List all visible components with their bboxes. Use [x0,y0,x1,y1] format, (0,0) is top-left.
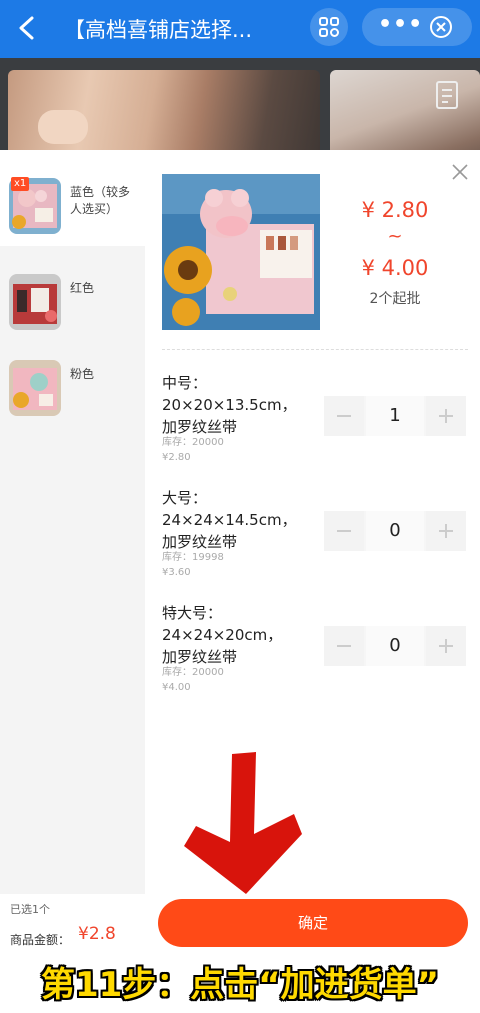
tutorial-caption: 第11步：点击“加进货单” [0,958,480,1013]
quantity-value[interactable]: 0 [366,626,424,666]
decrease-button[interactable] [324,396,364,436]
spec-name: 大号：24×24×14.5cm，加罗纹丝带 [162,489,297,551]
arrow-down-icon [184,752,302,894]
amount-label: 商品金额： [10,933,71,947]
product-image[interactable] [162,174,320,330]
spec-row: 特大号：24×24×20cm，加罗纹丝带 库存：20000 ¥4.00 0 [162,602,468,702]
menu-capsule: ••• [362,8,472,46]
spec-name: 特大号：24×24×20cm，加罗纹丝带 [162,604,283,666]
quantity-badge: x1 [11,177,30,191]
spec-row: 中号：20×20×13.5cm，加罗纹丝带 库存：20000 ¥2.80 1 [162,372,468,472]
close-circle-icon[interactable] [428,14,454,40]
spec-row: 大号：24×24×14.5cm，加罗纹丝带 库存：19998 ¥3.60 0 [162,487,468,587]
increase-button[interactable] [426,511,466,551]
divider [162,349,468,350]
variant-thumbnail [9,360,61,416]
variant-item-blue[interactable]: x1 蓝色（较多人选买） [0,150,145,246]
increase-button[interactable] [426,396,466,436]
price-separator: ~ [387,226,403,247]
product-photo [8,70,320,152]
back-button[interactable] [12,10,42,46]
decrease-button[interactable] [324,626,364,666]
top-bar: 【高档喜铺店选择... ••• [0,0,480,58]
quantity-stepper: 0 [324,626,466,666]
background-gallery [0,58,480,152]
quantity-value[interactable]: 1 [366,396,424,436]
variant-sidebar: x1 蓝色（较多人选买） 红色 粉色 [0,150,145,894]
chevron-left-icon [19,16,34,40]
amount-value: ¥2.8 [78,924,116,944]
spec-stock: 库存：19998 [162,552,224,563]
close-icon[interactable] [450,162,470,182]
decrease-button[interactable] [324,511,364,551]
spec-stock: 库存：20000 [162,667,224,678]
variant-thumbnail [9,274,61,330]
scan-icon [319,17,339,37]
price-min: ¥ 2.80 [361,198,429,222]
variant-item-red[interactable]: 红色 [0,246,145,342]
document-icon[interactable] [434,80,460,110]
spec-price: ¥4.00 [162,682,191,693]
price-max: ¥ 4.00 [361,256,429,280]
quantity-value[interactable]: 0 [366,511,424,551]
variant-label: 粉色 [70,367,95,381]
spec-stock: 库存：20000 [162,437,224,448]
spec-name: 中号：20×20×13.5cm，加罗纹丝带 [162,374,297,436]
more-icon[interactable]: ••• [378,14,422,38]
selected-count: 已选1个 [10,903,50,916]
spec-price: ¥2.80 [162,452,191,463]
variant-label: 蓝色（较多人选买） [70,185,131,216]
increase-button[interactable] [426,626,466,666]
variant-label: 红色 [70,281,95,295]
quantity-stepper: 1 [324,396,466,436]
variant-item-pink[interactable]: 粉色 [0,332,145,428]
spec-price: ¥3.60 [162,567,191,578]
confirm-button[interactable]: 确定 [158,899,468,947]
min-order-quantity: 2个起批 [369,291,421,307]
page-title: 【高档喜铺店选择... [64,18,253,42]
scan-button[interactable] [310,8,348,46]
quantity-stepper: 0 [324,511,466,551]
